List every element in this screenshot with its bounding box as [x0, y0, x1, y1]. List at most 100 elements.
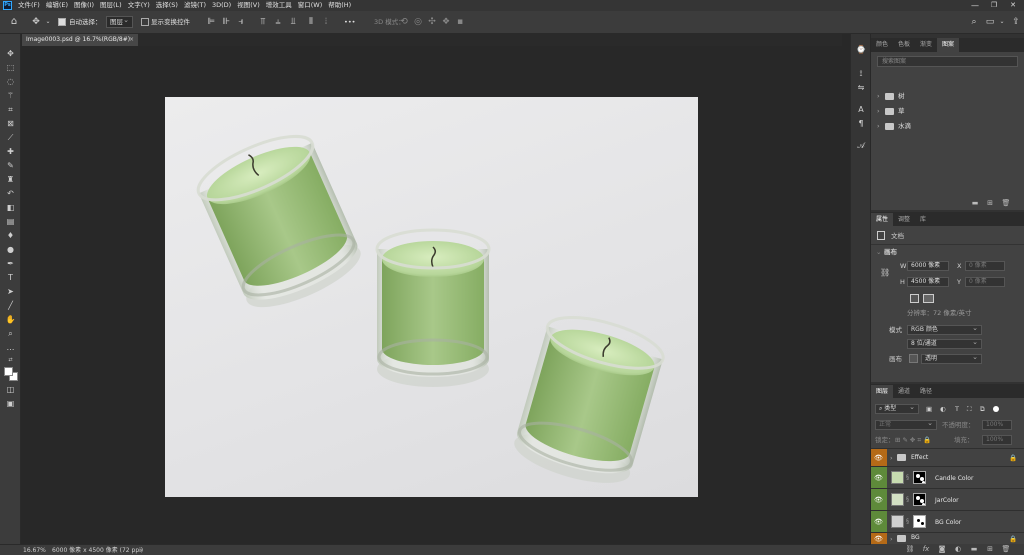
section-chevron-icon[interactable]: ⌄	[876, 247, 881, 257]
swap-colors-icon[interactable]: ⇄	[4, 354, 17, 366]
tool-preset-chevron-icon[interactable]: ⌄	[42, 16, 54, 28]
trash-icon[interactable]: 🗑	[1001, 198, 1011, 208]
crop-icon[interactable]: ⌗	[4, 104, 17, 116]
menu-item[interactable]: 增效工具	[266, 0, 292, 11]
align-bottom-icon[interactable]: ⫫	[287, 16, 299, 28]
healing-brush-icon[interactable]: ✚	[4, 146, 17, 158]
clone-stamp-icon[interactable]: ♜	[4, 174, 17, 186]
visibility-toggle[interactable]: 👁	[871, 489, 887, 510]
glyphs-panel-icon[interactable]: 𝒜	[855, 140, 867, 152]
quick-mask-icon[interactable]: ◫	[4, 384, 17, 396]
layer-jar-color[interactable]: 👁 § JarColor	[871, 488, 1024, 510]
more-options-button[interactable]: •••	[344, 17, 356, 27]
lock-options-icon[interactable]: ⊞✎✥⌗🔒	[895, 435, 933, 445]
bit-depth-dropdown[interactable]: 8 位/通道	[907, 338, 982, 349]
minimize-button[interactable]: —	[968, 0, 982, 11]
line-icon[interactable]: ╱	[4, 300, 17, 312]
brush-settings-icon[interactable]: ⟟	[855, 68, 867, 80]
3d-rotate-icon[interactable]: ⟲	[398, 16, 410, 28]
menu-item[interactable]: 选择(S)	[156, 0, 178, 11]
menu-item[interactable]: 帮助(H)	[328, 0, 351, 11]
canvas-color-dropdown[interactable]: 透明	[921, 353, 982, 364]
align-middle-icon[interactable]: ⫨	[272, 16, 284, 28]
fx-icon[interactable]: fx	[921, 544, 931, 554]
landscape-orientation-icon[interactable]	[923, 294, 934, 303]
screen-mode-icon[interactable]: ▣	[4, 398, 17, 410]
workspace-chevron-icon[interactable]: ⌄	[996, 16, 1008, 28]
x-field[interactable]: 0 像素	[965, 261, 1005, 271]
y-field[interactable]: 0 像素	[965, 277, 1005, 287]
layer-candle-color[interactable]: 👁 § Candle Color	[871, 466, 1024, 488]
align-left-icon[interactable]: ⊫	[205, 16, 217, 28]
3d-slide-icon[interactable]: ❖	[440, 16, 452, 28]
blur-icon[interactable]: ♦	[4, 230, 17, 242]
menu-item[interactable]: 编辑(E)	[46, 0, 68, 11]
blend-mode-dropdown[interactable]: 正常	[875, 419, 937, 430]
3d-scale-icon[interactable]: ▪	[454, 16, 466, 28]
fill-field[interactable]: 100%	[982, 435, 1012, 445]
paragraph-panel-icon[interactable]: ¶	[855, 118, 867, 130]
adjustments-icon[interactable]: ⇋	[855, 82, 867, 94]
menu-item[interactable]: 窗口(W)	[298, 0, 323, 11]
pattern-group-tree[interactable]: › 树	[871, 89, 1024, 104]
trash-icon[interactable]: 🗑	[1001, 544, 1011, 554]
document-tab[interactable]: Image0003.psd @ 16.7%(RGB/8#) ×	[22, 34, 138, 46]
search-icon[interactable]: ⌕	[968, 16, 980, 28]
chevron-right-icon[interactable]: ›	[890, 534, 893, 544]
menu-item[interactable]: 图层(L)	[100, 0, 122, 11]
zoom-icon[interactable]: ⌕	[4, 328, 17, 340]
pen-icon[interactable]: ✒	[4, 258, 17, 270]
tab-properties[interactable]: 属性	[871, 213, 894, 226]
filter-toggle[interactable]	[993, 406, 999, 412]
layer-mask-thumbnail[interactable]	[913, 515, 926, 528]
show-transform-checkbox[interactable]	[141, 18, 149, 26]
link-icon[interactable]: ⛓	[905, 544, 915, 554]
width-field[interactable]: 6000 像素	[907, 261, 949, 271]
new-group-icon[interactable]: ▬	[970, 198, 980, 208]
character-panel-icon[interactable]: A	[855, 104, 867, 116]
chevron-right-icon[interactable]: ›	[890, 453, 893, 463]
workspace-icon[interactable]: ▭	[984, 16, 996, 28]
frame-icon[interactable]: ⊠	[4, 118, 17, 130]
foreground-color-swatch[interactable]	[4, 367, 13, 376]
opacity-field[interactable]: 100%	[982, 420, 1012, 430]
layer-group-bg[interactable]: 👁 › BG 🔒	[871, 532, 1024, 544]
type-icon[interactable]: T	[4, 272, 17, 284]
pattern-search-input[interactable]: 搜索图案	[877, 56, 1018, 67]
menu-item[interactable]: 图像(I)	[74, 0, 94, 11]
layer-bg-color[interactable]: 👁 § BG Color	[871, 510, 1024, 532]
visibility-toggle[interactable]: 👁	[871, 511, 887, 532]
tab-color[interactable]: 颜色	[871, 38, 893, 52]
layer-group-effect[interactable]: 👁 › Effect 🔒	[871, 448, 1024, 466]
menu-item[interactable]: 文字(Y)	[128, 0, 150, 11]
maximize-button[interactable]: ❐	[987, 0, 1001, 11]
pattern-group-water[interactable]: › 水滴	[871, 119, 1024, 134]
document-canvas[interactable]	[165, 97, 698, 497]
auto-select-dropdown[interactable]: 图层	[106, 15, 133, 28]
layer-mask-thumbnail[interactable]	[913, 471, 926, 484]
tab-gradients[interactable]: 渐变	[915, 38, 937, 52]
tab-swatches[interactable]: 色板	[893, 38, 915, 52]
new-pattern-icon[interactable]: ⊞	[985, 198, 995, 208]
lasso-icon[interactable]: ◌	[4, 76, 17, 88]
marquee-icon[interactable]: ⬚	[4, 62, 17, 74]
gradient-icon[interactable]: ▤	[4, 216, 17, 228]
mask-icon[interactable]: ◙	[937, 544, 947, 554]
tab-adjustments[interactable]: 调整	[893, 213, 915, 226]
filter-shape-icon[interactable]: ⛶	[967, 404, 972, 414]
mask-link-icon[interactable]: §	[906, 473, 909, 483]
3d-drag-icon[interactable]: ✣	[426, 16, 438, 28]
align-right-icon[interactable]: ⫣	[235, 16, 247, 28]
height-field[interactable]: 4500 像素	[907, 277, 949, 287]
history-panel-icon[interactable]: ⌚	[855, 44, 867, 56]
mask-link-icon[interactable]: §	[906, 495, 909, 505]
dodge-icon[interactable]: ●	[4, 244, 17, 256]
status-menu-arrow[interactable]: ›	[140, 545, 142, 555]
pattern-group-grass[interactable]: › 草	[871, 104, 1024, 119]
layer-mask-thumbnail[interactable]	[913, 493, 926, 506]
filter-type-icon[interactable]: T	[955, 404, 959, 414]
mode-dropdown[interactable]: RGB 颜色	[907, 324, 982, 335]
filter-smart-object-icon[interactable]: ⧉	[980, 404, 985, 414]
eyedropper-icon[interactable]: ⟋	[4, 132, 17, 144]
filter-adjustment-icon[interactable]: ◐	[940, 404, 946, 414]
